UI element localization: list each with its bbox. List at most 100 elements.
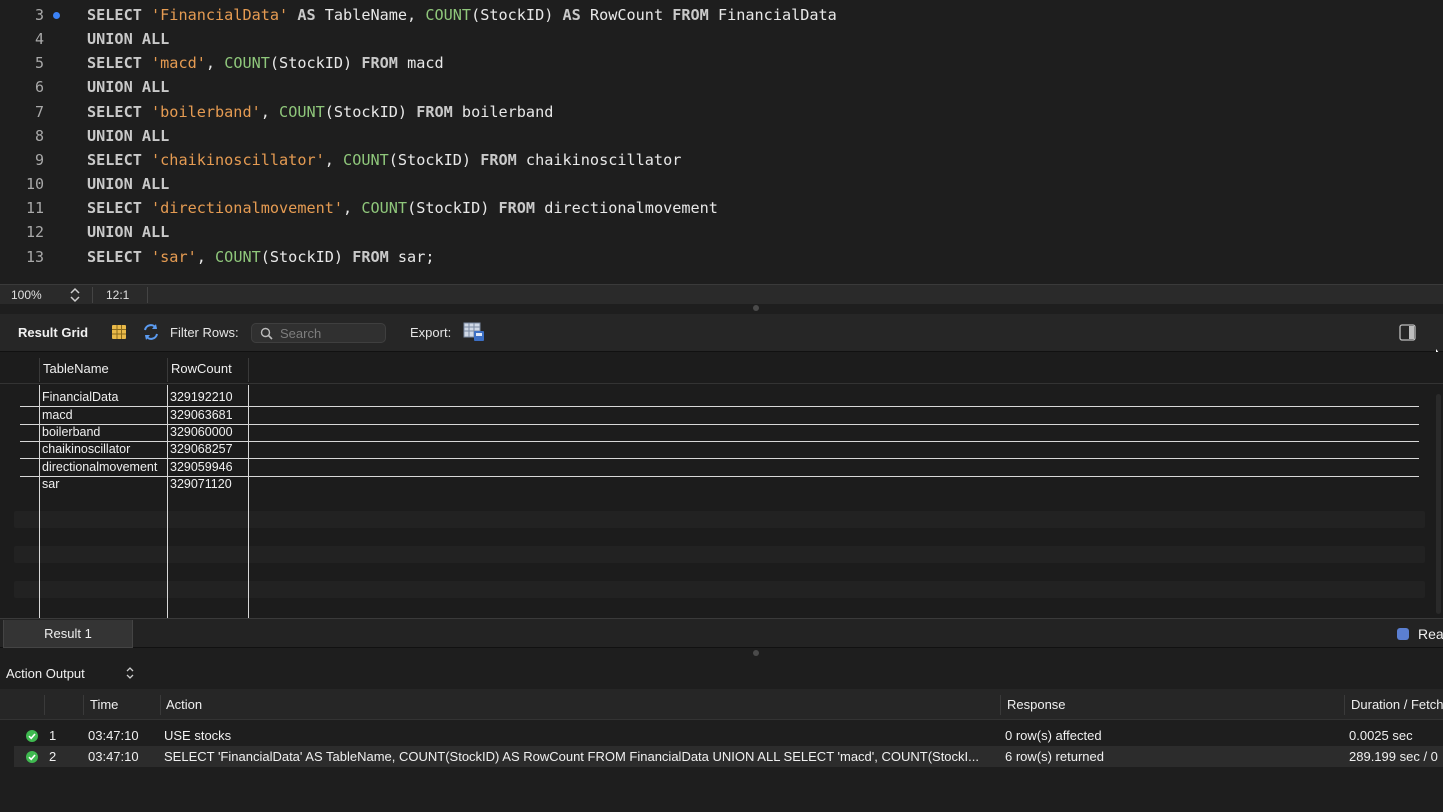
code-token: boilerband <box>461 102 554 121</box>
code-token: AS <box>562 6 590 24</box>
code-line[interactable]: 13 SELECT 'sar', COUNT(StockID) FROM sar; <box>0 245 1443 269</box>
column-header-time[interactable]: Time <box>90 697 118 712</box>
code-line[interactable]: 10 UNION ALL <box>0 172 1443 196</box>
action-text: USE stocks <box>164 728 232 743</box>
code-line[interactable]: 5 SELECT 'macd', COUNT(StockID) FROM macd <box>0 51 1443 75</box>
zoom-level: 100% <box>11 288 42 302</box>
code-token: (StockID) <box>269 54 362 73</box>
code-token: UNION ALL <box>87 126 170 145</box>
code-line[interactable]: 9 SELECT 'chaikinoscillator', COUNT(Stock… <box>0 148 1443 172</box>
code-line[interactable]: 8 UNION ALL <box>0 124 1443 148</box>
code-line[interactable]: 11 SELECT 'directionalmovement', COUNT(St… <box>0 196 1443 220</box>
line-number: 5 <box>34 54 44 73</box>
table-row[interactable]: boilerband 329060000 <box>20 423 1419 440</box>
action-row[interactable]: 1 03:47:10 USE stocks 0 row(s) affected … <box>14 725 1443 746</box>
cursor-position: 12:1 <box>106 288 130 302</box>
output-splitter-handle[interactable] <box>753 650 759 656</box>
code-token: FROM <box>352 247 398 266</box>
code-text: UNION ALL <box>87 220 169 244</box>
editor-splitter-handle[interactable] <box>753 305 759 311</box>
tab-result-1[interactable]: Result 1 <box>3 620 133 648</box>
table-row[interactable]: directionalmovement 329059946 <box>20 458 1419 475</box>
result-grid-label: Result Grid <box>18 325 89 340</box>
grid-scrollbar[interactable] <box>1436 394 1441 614</box>
code-token: COUNT <box>279 102 325 121</box>
cell-tablename[interactable]: directionalmovement <box>42 460 157 474</box>
code-token: SELECT <box>87 150 152 169</box>
column-header-rowcount[interactable]: RowCount <box>171 361 232 376</box>
panel-toggle-icon[interactable] <box>1399 324 1416 341</box>
code-line[interactable]: 3 SELECT 'FinancialData' AS TableName, CO… <box>0 3 1443 27</box>
cell-rowcount[interactable]: 329068257 <box>170 442 233 456</box>
code-token: FROM <box>416 102 462 121</box>
code-line[interactable]: 4 UNION ALL <box>0 27 1443 51</box>
column-divider <box>160 695 161 715</box>
code-token: FROM <box>480 150 526 169</box>
column-header-duration[interactable]: Duration / Fetch <box>1351 697 1443 712</box>
empty-grid-row <box>14 511 1425 528</box>
column-divider <box>167 358 168 382</box>
readonly-label: Rea <box>1418 626 1443 642</box>
code-token: (StockID) <box>324 102 417 121</box>
code-token: UNION ALL <box>87 30 170 49</box>
code-line[interactable]: 12 UNION ALL <box>0 220 1443 244</box>
table-row[interactable]: FinancialData 329192210 <box>20 388 1419 405</box>
code-text: UNION ALL <box>87 172 169 196</box>
breakpoint-dot[interactable] <box>53 12 60 19</box>
code-line[interactable]: 6 UNION ALL <box>0 75 1443 99</box>
code-token: , <box>205 54 225 73</box>
cell-tablename[interactable]: FinancialData <box>42 390 118 404</box>
code-token: COUNT <box>215 247 261 266</box>
code-token: COUNT <box>361 199 408 218</box>
code-token: COUNT <box>224 54 270 73</box>
action-row[interactable]: 2 03:47:10 SELECT 'FinancialData' AS Tab… <box>14 746 1443 767</box>
code-token: (StockID) <box>260 247 353 266</box>
grid-icon[interactable] <box>111 324 127 340</box>
select-arrows-icon[interactable] <box>124 666 136 680</box>
cell-tablename[interactable]: boilerband <box>42 425 100 439</box>
code-token: UNION ALL <box>87 223 170 242</box>
code-token: FROM <box>361 54 408 73</box>
code-token: RowCount <box>589 6 673 24</box>
code-text: UNION ALL <box>87 27 169 51</box>
line-number: 4 <box>34 30 44 49</box>
code-line[interactable]: 7 SELECT 'boilerband', COUNT(StockID) FRO… <box>0 100 1443 124</box>
filter-search-input[interactable] <box>280 325 380 341</box>
code-token: SELECT <box>87 199 152 218</box>
code-token: SELECT <box>87 6 152 24</box>
table-row[interactable]: chaikinoscillator 329068257 <box>20 440 1419 457</box>
line-number: 8 <box>34 126 44 145</box>
cell-rowcount[interactable]: 329192210 <box>170 390 233 404</box>
action-output-select[interactable]: Action Output <box>6 666 85 681</box>
cell-rowcount[interactable]: 329071120 <box>170 477 232 491</box>
action-duration: 289.199 sec / 0 <box>1349 749 1438 764</box>
code-token: SELECT <box>87 102 152 121</box>
cell-tablename[interactable]: macd <box>42 408 73 422</box>
cell-tablename[interactable]: chaikinoscillator <box>42 442 130 456</box>
sql-editor[interactable]: 3 SELECT 'FinancialData' AS TableName, CO… <box>0 0 1443 284</box>
cell-rowcount[interactable]: 329059946 <box>170 460 233 474</box>
export-icon[interactable] <box>463 322 485 342</box>
column-header-response[interactable]: Response <box>1007 697 1066 712</box>
column-line <box>248 385 249 618</box>
column-header-action[interactable]: Action <box>166 697 202 712</box>
column-header-tablename[interactable]: TableName <box>43 361 109 376</box>
zoom-stepper-icon[interactable] <box>68 287 82 303</box>
code-token: (StockID) <box>471 6 563 24</box>
cell-tablename[interactable]: sar <box>42 477 59 491</box>
empty-grid-row <box>14 581 1425 598</box>
line-number: 3 <box>34 6 44 24</box>
filter-rows-label: Filter Rows: <box>170 325 239 340</box>
filter-search-box[interactable] <box>251 323 386 343</box>
code-text: UNION ALL <box>87 124 169 148</box>
code-token: FROM <box>672 6 718 24</box>
cell-rowcount[interactable]: 329060000 <box>170 425 233 439</box>
table-row[interactable]: sar 329071120 <box>20 475 1419 492</box>
column-divider <box>248 358 249 382</box>
refresh-icon[interactable] <box>141 323 161 341</box>
code-text: UNION ALL <box>87 75 169 99</box>
result-grid[interactable]: TableName RowCount FinancialData 3291922… <box>0 352 1443 618</box>
result-grid-header: TableName RowCount <box>0 352 1443 384</box>
table-row[interactable]: macd 329063681 <box>20 406 1419 423</box>
cell-rowcount[interactable]: 329063681 <box>170 408 233 422</box>
